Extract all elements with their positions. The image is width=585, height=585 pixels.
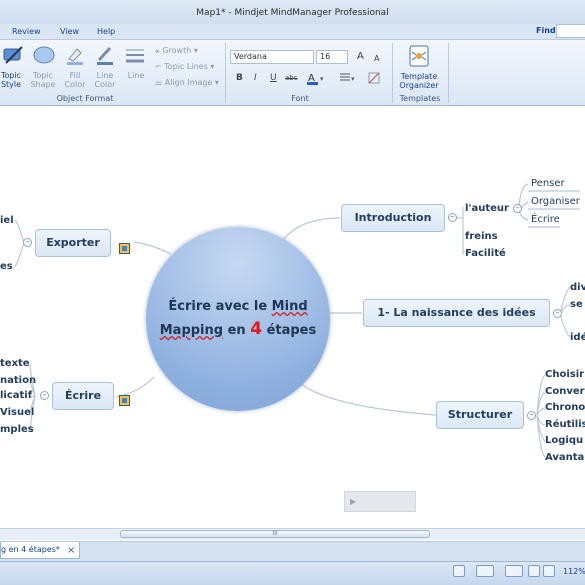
subtopic-organiser[interactable]: Organiser [531, 196, 580, 207]
align-image-label: Align Image [164, 78, 213, 87]
subtopic-ecrire[interactable]: Écrire [531, 214, 560, 225]
topic-introduction[interactable]: Introduction [341, 204, 445, 232]
strikethrough-button[interactable]: abc [285, 74, 298, 82]
window-title: Map1* - Mindjet MindManager Professional [0, 0, 585, 24]
subtopic-penser[interactable]: Penser [531, 178, 565, 189]
subtopic-ecrire-2[interactable]: nation [0, 375, 36, 386]
fit-page-icon[interactable] [528, 565, 540, 577]
shrink-font-button[interactable]: A [374, 54, 379, 63]
bold-button[interactable]: B [236, 73, 243, 83]
templates-group-label: Templates [399, 94, 441, 103]
collapse-toggle-introduction[interactable]: – [448, 213, 457, 222]
central-text-line1: Écrire avec le [168, 299, 272, 314]
topic-notes-icon[interactable] [119, 243, 130, 254]
menu-bar: Review View Help [0, 24, 585, 40]
filter-icon[interactable] [476, 565, 494, 577]
topic-shape-button[interactable]: Topic Shape [27, 71, 59, 89]
line-color-button[interactable]: Line Color [90, 71, 120, 89]
line-button[interactable]: Line [124, 71, 148, 80]
zoom-out-icon[interactable] [543, 565, 555, 577]
svg-text:▾: ▾ [320, 75, 324, 83]
font-family-select[interactable]: Verdana [230, 50, 314, 64]
find-input[interactable] [556, 24, 585, 38]
collapse-toggle-naissance[interactable]: – [553, 309, 562, 318]
topic-notes-icon[interactable] [119, 395, 130, 406]
font-color-icon[interactable]: A ▾ [306, 71, 328, 85]
collapse-toggle-ecrire[interactable]: – [40, 391, 49, 400]
topic-exporter[interactable]: Exporter [35, 229, 111, 257]
fill-color-icon[interactable] [65, 45, 85, 65]
subtopic-naissance-3[interactable]: idé [570, 332, 585, 343]
subtopic-structurer-2[interactable]: Conver [545, 386, 585, 397]
subtopic-ecrire-5[interactable]: mples [0, 424, 34, 435]
subtopic-naissance-1[interactable]: div [570, 282, 585, 293]
subtopic-structurer-5[interactable]: Logiqu [545, 435, 583, 446]
central-text-mapping: Mapping [159, 323, 224, 338]
subtopic-structurer-4[interactable]: Réutilis [545, 419, 585, 430]
topic-shape-icon[interactable] [32, 44, 56, 66]
central-text-etapes: étapes [262, 323, 317, 338]
topic-lines-label: Topic Lines [164, 62, 208, 71]
ribbon-separator [225, 43, 226, 103]
align-image-button[interactable]: ⚌ Align Image ▾ [155, 78, 219, 87]
subtopic-ecrire-3[interactable]: licatif [0, 390, 32, 401]
document-tab-bar [0, 541, 585, 561]
zoom-level[interactable]: 112% [563, 567, 585, 576]
grow-font-button[interactable]: A [357, 52, 364, 62]
topic-ecrire[interactable]: Écrire [52, 382, 114, 410]
line-color-icon[interactable] [95, 45, 115, 65]
fill-color-button[interactable]: Fill Color [60, 71, 90, 89]
playback-panel[interactable]: ▶ [344, 491, 416, 512]
subtopic-facilite[interactable]: Facilité [465, 248, 506, 259]
settings-icon[interactable] [505, 565, 523, 577]
growth-button[interactable]: ⚹ Growth ▾ [155, 46, 198, 55]
ribbon-separator [448, 43, 449, 103]
collapse-toggle-exporter[interactable]: – [23, 238, 32, 247]
subtopic-freins[interactable]: freins [465, 231, 498, 242]
play-icon[interactable]: ▶ [350, 497, 356, 506]
scrollbar-thumb[interactable]: III [120, 530, 430, 538]
topic-lines-button[interactable]: ⌐ Topic Lines ▾ [155, 62, 214, 71]
subtopic-structurer-3[interactable]: Chrono [545, 402, 585, 413]
menu-review[interactable]: Review [12, 27, 41, 36]
subtopic-ecrire-1[interactable]: texte [0, 358, 30, 369]
subtopic-auteur[interactable]: l'auteur [465, 203, 509, 214]
central-text-en: en [223, 323, 251, 338]
view-icon[interactable] [453, 565, 465, 577]
menu-view[interactable]: View [60, 27, 79, 36]
object-format-group-label: Object Format [56, 94, 114, 103]
subtopic-exporter-2[interactable]: es [0, 261, 13, 272]
ribbon-separator [392, 43, 393, 103]
status-bar [0, 561, 585, 585]
clear-format-icon[interactable] [367, 71, 381, 85]
line-icon[interactable] [125, 47, 145, 65]
template-organizer-icon[interactable] [408, 44, 430, 68]
close-tab-icon[interactable]: × [67, 545, 75, 556]
subtopic-ecrire-4[interactable]: Visuel [0, 407, 34, 418]
subtopic-naissance-2[interactable]: se [570, 299, 583, 310]
topic-style-button[interactable]: Topic Style [0, 71, 22, 89]
topic-structurer[interactable]: Structurer [436, 401, 524, 429]
underline-button[interactable]: U [270, 73, 277, 83]
topic-style-icon[interactable] [2, 45, 24, 65]
central-topic-text: Écrire avec le Mind Mapping en 4 étapes [146, 296, 330, 342]
menu-help[interactable]: Help [97, 27, 115, 36]
font-group-label: Font [291, 94, 309, 103]
subtopic-exporter-1[interactable]: iel [0, 215, 14, 226]
central-text-number: 4 [250, 319, 263, 339]
subtopic-structurer-6[interactable]: Avanta [545, 452, 584, 463]
font-size-select[interactable]: 16 [316, 50, 348, 64]
template-organizer-button[interactable]: Template Organizer [395, 72, 443, 90]
align-text-icon[interactable]: ▾ [338, 72, 358, 84]
central-text-mind: Mind [271, 299, 308, 314]
collapse-toggle-structurer[interactable]: – [527, 411, 536, 420]
collapse-toggle-auteur[interactable]: – [513, 204, 522, 213]
svg-text:▾: ▾ [351, 75, 355, 83]
subtopic-structurer-1[interactable]: Choisir [545, 369, 584, 380]
italic-button[interactable]: I [254, 73, 257, 83]
topic-naissance-des-idees[interactable]: 1- La naissance des idées [363, 299, 550, 327]
growth-label: Growth [162, 46, 192, 55]
